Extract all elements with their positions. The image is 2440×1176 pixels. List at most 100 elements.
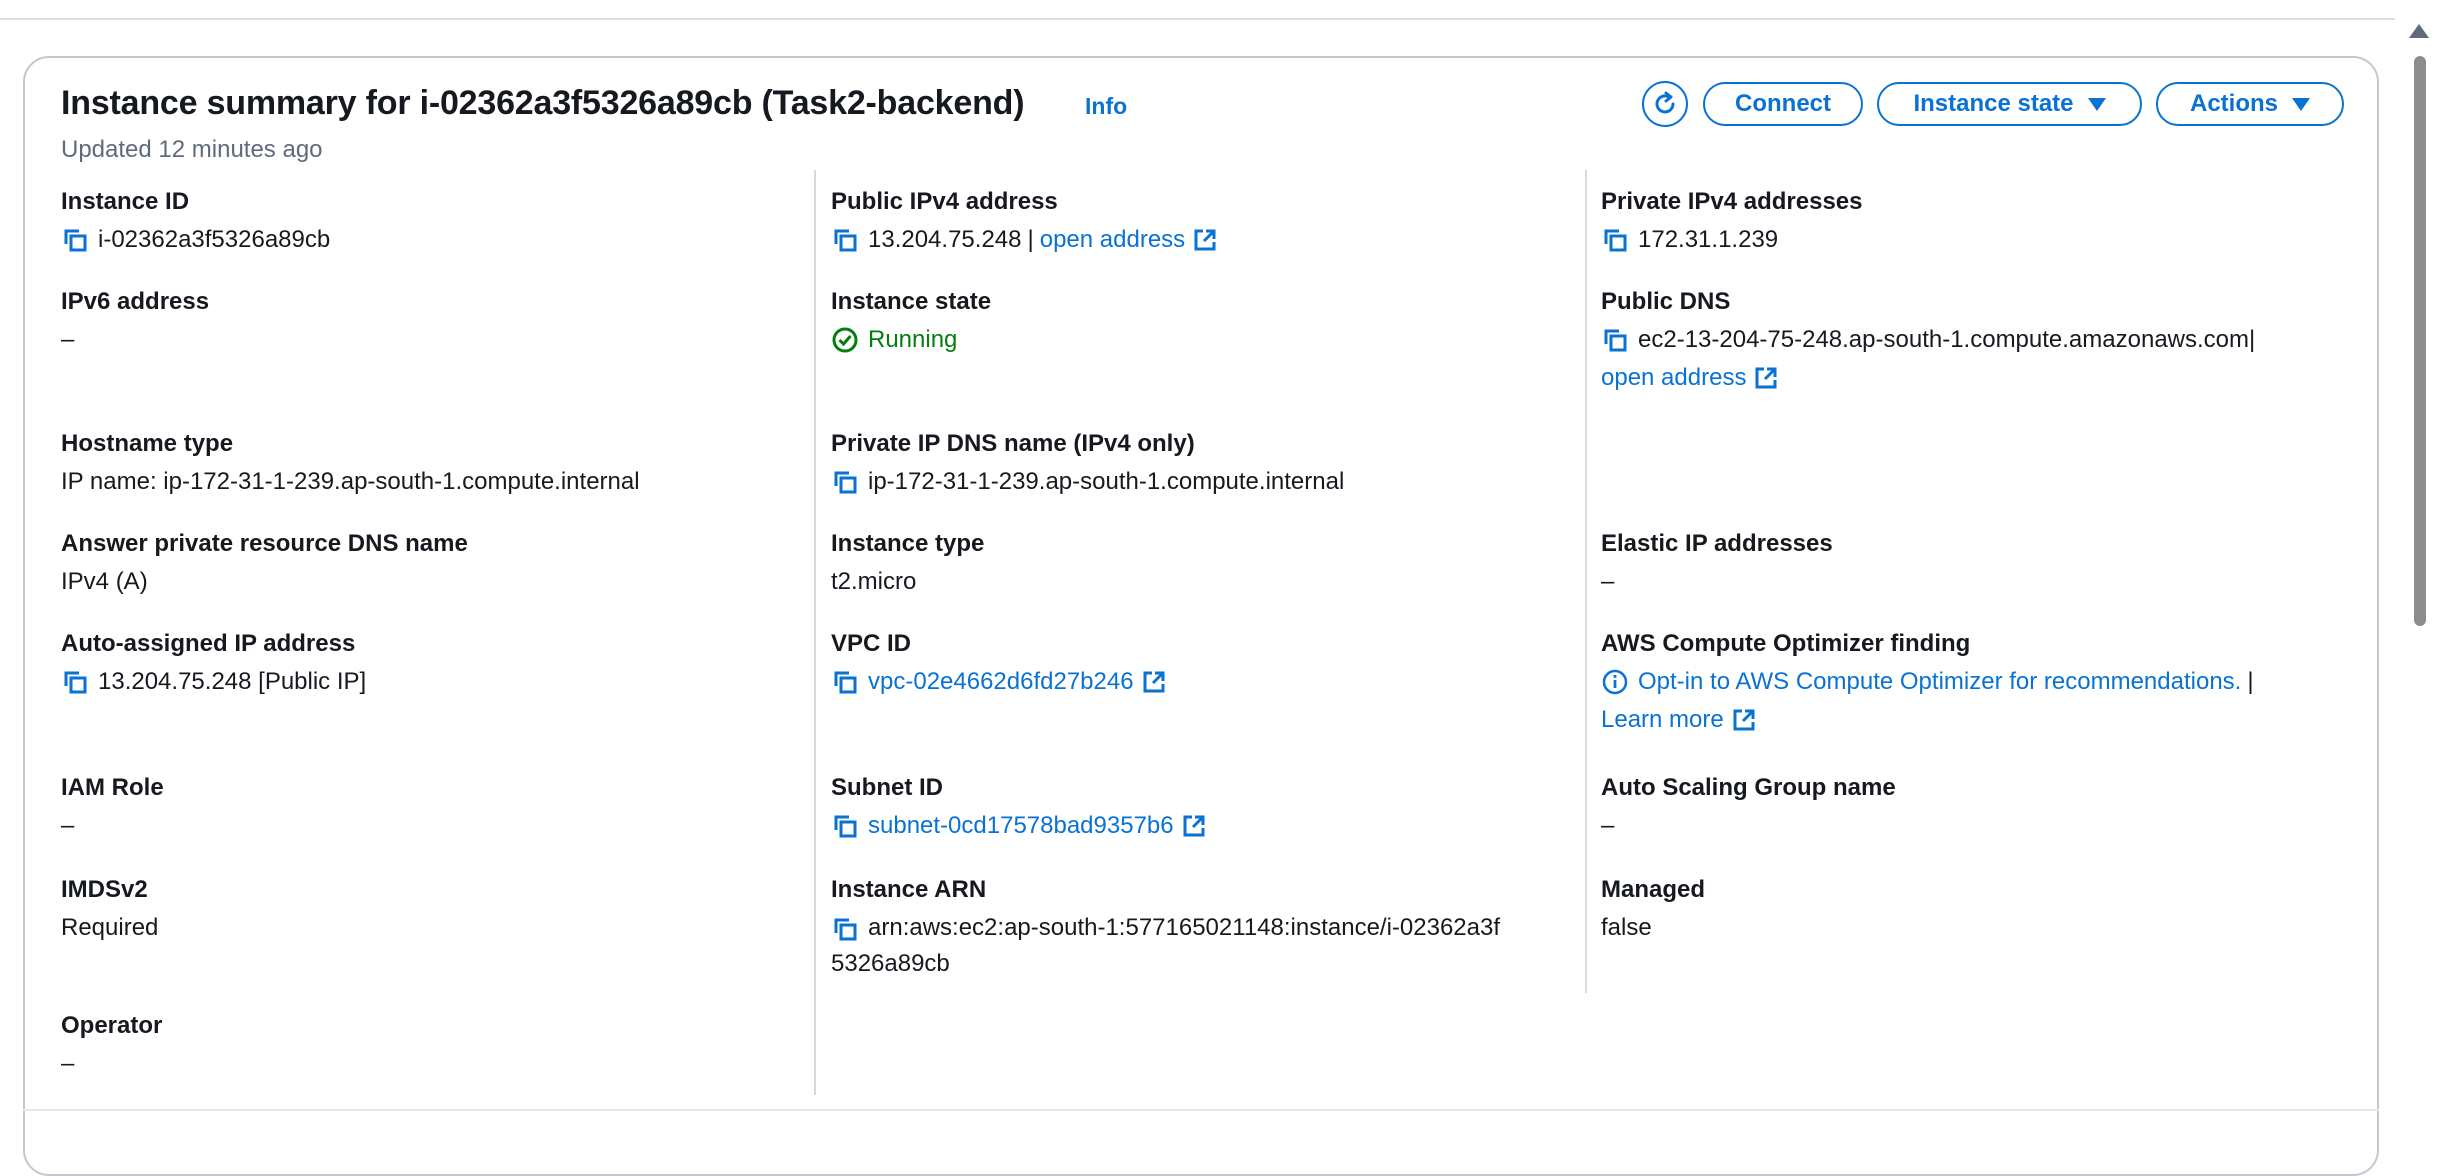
connect-button[interactable]: Connect xyxy=(1703,82,1863,126)
vpc-id-link[interactable]: vpc-02e4662d6fd27b246 xyxy=(868,667,1134,697)
field-answer-dns: Answer private resource DNS name IPv4 (A… xyxy=(61,530,468,597)
separator: | xyxy=(1027,226,1034,253)
connect-label: Connect xyxy=(1735,90,1831,117)
field-public-ipv4: Public IPv4 address 13.204.75.248 | open… xyxy=(831,188,1218,255)
field-instance-id: Instance ID i-02362a3f5326a89cb xyxy=(61,188,330,255)
column-divider xyxy=(814,170,816,1095)
field-imdsv2: IMDSv2 Required xyxy=(61,876,158,943)
field-label: VPC ID xyxy=(831,630,912,657)
field-vpc-id: VPC ID vpc-02e4662d6fd27b246 xyxy=(831,630,1167,697)
external-link-icon[interactable] xyxy=(1141,669,1167,695)
instance-type-value: t2.micro xyxy=(831,568,917,595)
hostname-type-value: IP name: ip-172-31-1-239.ap-south-1.comp… xyxy=(61,468,640,495)
field-managed: Managed false xyxy=(1601,876,1705,943)
field-label: Auto Scaling Group name xyxy=(1601,774,1896,801)
subnet-id-link[interactable]: subnet-0cd17578bad9357b6 xyxy=(868,811,1174,841)
field-instance-type: Instance type t2.micro xyxy=(831,530,984,597)
field-label: Hostname type xyxy=(61,430,234,457)
separator: | xyxy=(2249,326,2256,353)
field-label: Instance state xyxy=(831,288,992,315)
check-circle-icon xyxy=(832,327,858,353)
copy-icon[interactable] xyxy=(831,812,859,840)
field-instance-arn: Instance ARN arn:aws:ec2:ap-south-1:5771… xyxy=(831,876,1500,979)
public-dns-value: ec2-13-204-75-248.ap-south-1.compute.ama… xyxy=(1638,326,2250,353)
panel-divider xyxy=(23,1109,2379,1111)
copy-icon[interactable] xyxy=(831,468,859,496)
optimizer-opt-in-link[interactable]: Opt-in to AWS Compute Optimizer for reco… xyxy=(1638,667,2241,697)
field-private-dns: Private IP DNS name (IPv4 only) ip-172-3… xyxy=(831,430,1344,497)
private-ipv4-value: 172.31.1.239 xyxy=(1638,226,1779,253)
copy-icon[interactable] xyxy=(831,226,859,254)
external-link-icon[interactable] xyxy=(1192,227,1218,253)
open-address-link[interactable]: open address xyxy=(1601,363,1746,393)
elastic-ip-value: – xyxy=(1601,568,1615,595)
field-label: Instance ID xyxy=(61,188,190,215)
copy-icon[interactable] xyxy=(61,226,89,254)
field-subnet-id: Subnet ID subnet-0cd17578bad9357b6 xyxy=(831,774,1207,841)
field-auto-ip: Auto-assigned IP address 13.204.75.248 [… xyxy=(61,630,366,697)
copy-icon[interactable] xyxy=(1601,326,1629,354)
copy-icon[interactable] xyxy=(831,915,859,943)
answer-dns-value: IPv4 (A) xyxy=(61,568,148,595)
top-border xyxy=(0,0,2395,20)
field-asg-name: Auto Scaling Group name – xyxy=(1601,774,1896,841)
iam-role-value: – xyxy=(61,812,75,839)
instance-arn-line2: 5326a89cb xyxy=(831,950,950,977)
private-dns-value: ip-172-31-1-239.ap-south-1.compute.inter… xyxy=(868,468,1345,495)
asg-name-value: – xyxy=(1601,812,1615,839)
caret-down-icon xyxy=(2087,97,2106,111)
public-ipv4-value: 13.204.75.248 xyxy=(868,226,1022,253)
refresh-button[interactable] xyxy=(1642,81,1688,127)
field-operator: Operator – xyxy=(61,1012,162,1079)
external-link-icon[interactable] xyxy=(1731,707,1757,733)
managed-value: false xyxy=(1601,914,1652,941)
field-label: Elastic IP addresses xyxy=(1601,530,1833,557)
actions-button[interactable]: Actions xyxy=(2156,82,2344,126)
field-label: Public IPv4 address xyxy=(831,188,1058,215)
field-label: Private IP DNS name (IPv4 only) xyxy=(831,430,1195,457)
copy-icon[interactable] xyxy=(1601,226,1629,254)
field-label: Private IPv4 addresses xyxy=(1601,188,1863,215)
separator: | xyxy=(2247,668,2254,695)
copy-icon[interactable] xyxy=(831,668,859,696)
instance-arn-line1: arn:aws:ec2:ap-south-1:577165021148:inst… xyxy=(868,914,1501,941)
ipv6-value: – xyxy=(61,326,75,353)
caret-down-icon xyxy=(2292,97,2310,111)
field-label: Instance type xyxy=(831,530,985,557)
status-running: Running xyxy=(868,326,958,353)
field-label: IPv6 address xyxy=(61,288,210,315)
field-label: IAM Role xyxy=(61,774,164,801)
field-instance-state: Instance state Running xyxy=(831,288,991,355)
info-circle-icon xyxy=(1602,669,1628,695)
instance-state-label: Instance state xyxy=(1913,90,2074,117)
copy-icon[interactable] xyxy=(61,668,89,696)
field-label: IMDSv2 xyxy=(61,876,148,903)
updated-timestamp: Updated 12 minutes ago xyxy=(61,136,323,163)
field-label: Public DNS xyxy=(1601,288,1731,315)
instance-state-button[interactable]: Instance state xyxy=(1877,82,2142,126)
field-public-dns: Public DNS ec2-13-204-75-248.ap-south-1.… xyxy=(1601,288,2255,393)
field-label: Subnet ID xyxy=(831,774,943,801)
scroll-up-arrow[interactable] xyxy=(2409,24,2429,38)
field-ipv6: IPv6 address – xyxy=(61,288,209,355)
open-address-link[interactable]: open address xyxy=(1040,225,1185,255)
refresh-icon xyxy=(1655,91,1675,114)
field-label: Managed xyxy=(1601,876,1706,903)
field-label: AWS Compute Optimizer finding xyxy=(1601,630,1971,657)
actions-label: Actions xyxy=(2189,90,2278,117)
scrollbar-thumb[interactable] xyxy=(2414,56,2426,626)
field-label: Operator xyxy=(61,1012,163,1039)
field-iam-role: IAM Role – xyxy=(61,774,164,841)
imdsv2-value: Required xyxy=(61,914,159,941)
external-link-icon[interactable] xyxy=(1181,813,1207,839)
field-label: Auto-assigned IP address xyxy=(61,630,356,657)
field-hostname-type: Hostname type IP name: ip-172-31-1-239.a… xyxy=(61,430,640,497)
external-link-icon[interactable] xyxy=(1753,365,1779,391)
info-link[interactable]: Info xyxy=(1085,93,1127,120)
field-compute-optimizer: AWS Compute Optimizer finding Opt-in to … xyxy=(1601,630,2260,735)
field-label: Answer private resource DNS name xyxy=(61,530,468,557)
field-private-ipv4: Private IPv4 addresses 172.31.1.239 xyxy=(1601,188,1863,255)
page-title: Instance summary for i-02362a3f5326a89cb… xyxy=(61,84,1025,122)
learn-more-link[interactable]: Learn more xyxy=(1601,705,1724,735)
auto-ip-value: 13.204.75.248 [Public IP] xyxy=(98,668,367,695)
